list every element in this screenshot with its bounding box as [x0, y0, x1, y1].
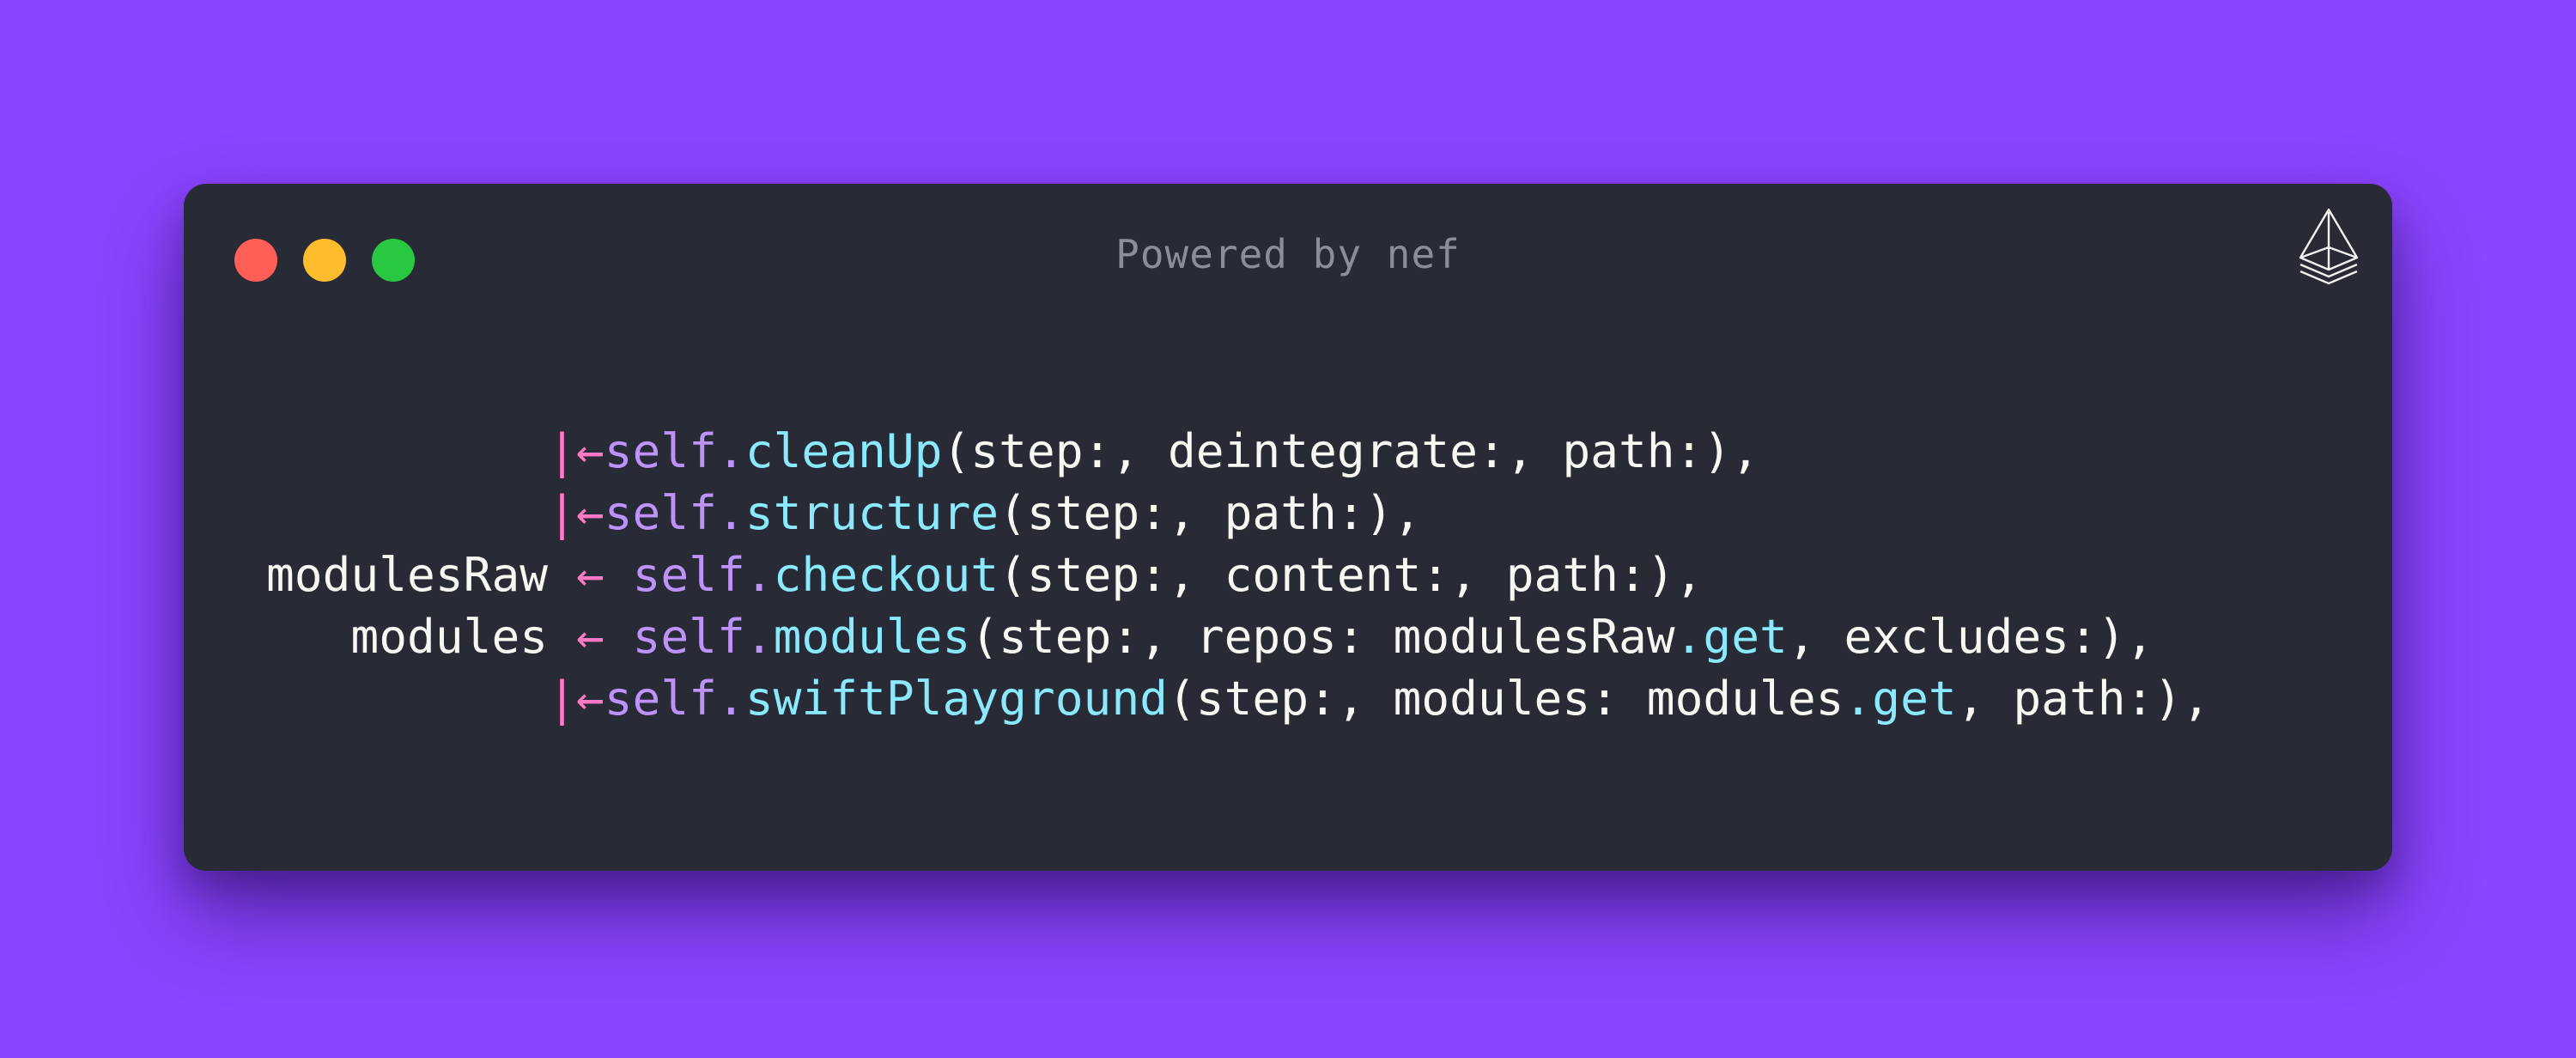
function-name: checkout	[773, 547, 999, 602]
code-line: |←self.cleanUp(step:, deintegrate:, path…	[266, 420, 2210, 482]
function-name: .get	[1844, 671, 1957, 726]
code-text: , path:),	[1956, 671, 2211, 726]
function-name: modules	[773, 609, 971, 664]
function-name: cleanUp	[744, 423, 943, 478]
code-text: (step:, deintegrate:, path:),	[942, 423, 1760, 478]
code-line: |←self.swiftPlayground(step:, modules: m…	[266, 667, 2210, 729]
code-text: (step:, content:, path:),	[999, 547, 1704, 602]
code-text: (step:, repos: modulesRaw	[970, 609, 1675, 664]
self-keyword: self.	[604, 423, 745, 478]
code-text: (step:, modules: modules	[1168, 671, 1844, 726]
window-title: Powered by nef	[1115, 231, 1461, 277]
arrow-operator: ←	[575, 547, 605, 602]
arrow-operator: |←	[548, 671, 605, 726]
code-block: |←self.cleanUp(step:, deintegrate:, path…	[266, 420, 2210, 729]
self-keyword: self.	[604, 485, 745, 540]
code-text: modules	[266, 609, 576, 664]
code-text: modulesRaw	[266, 547, 576, 602]
code-line: modules ← self.modules(step:, repos: mod…	[266, 605, 2210, 667]
arrow-operator: |←	[548, 423, 605, 478]
function-name: structure	[744, 485, 999, 540]
code-text: (step:, path:),	[999, 485, 1422, 540]
self-keyword: self.	[604, 671, 745, 726]
code-window: Powered by nef |←self.cleanUp(step:, dei…	[184, 184, 2392, 871]
arrow-operator: ←	[575, 609, 605, 664]
arrow-operator: |←	[548, 485, 605, 540]
self-keyword: self.	[632, 547, 774, 602]
self-keyword: self.	[632, 609, 774, 664]
function-name: swiftPlayground	[744, 671, 1168, 726]
function-name: .get	[1674, 609, 1788, 664]
code-text: , excludes:),	[1787, 609, 2154, 664]
code-line: |←self.structure(step:, path:),	[266, 482, 2210, 544]
code-line: modulesRaw ← self.checkout(step:, conten…	[266, 544, 2210, 605]
nef-logo-icon	[2299, 208, 2359, 285]
window-titlebar: Powered by nef	[184, 184, 2392, 330]
